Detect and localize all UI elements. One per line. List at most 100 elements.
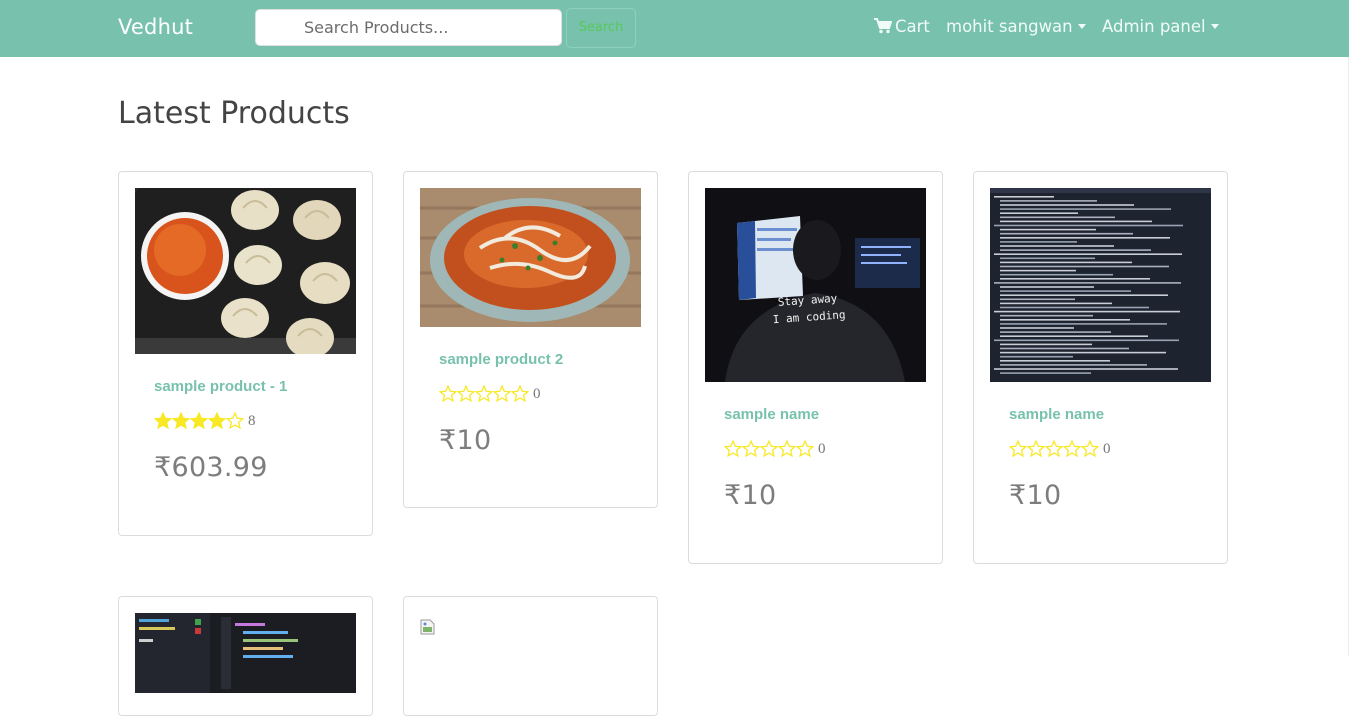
user-name: mohit sangwan (946, 17, 1073, 36)
star-empty-icon (1027, 440, 1045, 458)
terminal-line (1000, 372, 1091, 374)
product-rating: 0 (1009, 440, 1111, 460)
terminal-line (994, 310, 1180, 313)
product-image[interactable] (135, 613, 356, 693)
terminal-line (1000, 257, 1095, 260)
admin-label: Admin panel (1102, 17, 1206, 36)
terminal-line (994, 253, 1182, 255)
terminal-line (1000, 228, 1096, 231)
product-image[interactable] (420, 188, 641, 327)
star-empty-icon (796, 440, 814, 458)
star-filled-icon (154, 412, 172, 430)
brand-logo[interactable]: Vedhut (118, 15, 193, 39)
terminal-line (1000, 204, 1134, 206)
product-card (118, 596, 373, 716)
terminal-line (1000, 286, 1094, 288)
star-empty-icon (1063, 440, 1081, 458)
terminal-line (1000, 319, 1130, 321)
star-empty-icon (724, 440, 742, 458)
terminal-line (1000, 355, 1073, 358)
terminal-line (1000, 220, 1152, 223)
product-rating: 0 (439, 385, 541, 405)
chevron-down-icon (1077, 24, 1086, 29)
product-rating: 0 (724, 440, 826, 460)
terminal-line (1000, 269, 1076, 272)
review-count: 0 (818, 440, 826, 457)
terminal-line (1000, 306, 1149, 309)
terminal-line (1000, 364, 1147, 366)
terminal-line (1000, 249, 1151, 251)
star-empty-icon (475, 385, 493, 403)
user-dropdown[interactable]: mohit sangwan (946, 17, 1086, 36)
star-empty-icon (511, 385, 529, 403)
terminal-line (1000, 331, 1111, 333)
star-empty-icon (457, 385, 475, 403)
terminal-line (1000, 200, 1097, 202)
product-price: ₹603.99 (154, 452, 268, 483)
terminal-line (1000, 351, 1166, 354)
product-card (403, 596, 658, 716)
terminal-line (1000, 314, 1093, 317)
product-name[interactable]: sample product - 1 (154, 378, 287, 395)
product-card: sample product - 1 8 ₹603.99 (118, 171, 373, 536)
product-card: Stay away I am coding sample name 0 ₹10 (688, 171, 943, 564)
review-count: 8 (248, 412, 256, 429)
product-image[interactable]: Stay away I am coding (705, 188, 926, 382)
star-empty-icon (439, 385, 457, 403)
curry-image (420, 188, 641, 327)
terminal-line (1000, 327, 1074, 329)
star-filled-icon (208, 412, 226, 430)
product-image[interactable] (990, 188, 1211, 382)
terminal-line (994, 368, 1178, 370)
review-count: 0 (533, 385, 541, 402)
terminal-line (1000, 261, 1132, 264)
search-input[interactable] (255, 9, 562, 46)
cart-link[interactable]: Cart (874, 17, 930, 36)
product-price: ₹10 (439, 425, 492, 456)
chevron-down-icon (1210, 24, 1219, 29)
terminal-line (1000, 298, 1075, 301)
terminal-line (994, 339, 1179, 342)
broken-image-icon[interactable] (420, 619, 435, 635)
terminal-line (1000, 212, 1078, 214)
star-empty-icon (226, 412, 244, 430)
terminal-line (1000, 335, 1148, 337)
code-editor-image (135, 613, 356, 693)
product-name[interactable]: sample name (1009, 406, 1104, 423)
product-price: ₹10 (1009, 480, 1062, 511)
page-title: Latest Products (118, 96, 350, 131)
star-empty-icon (493, 385, 511, 403)
terminal-image (990, 188, 1211, 382)
shopping-cart-icon (874, 18, 892, 34)
terminal-line (1000, 273, 1113, 276)
terminal-line (1000, 216, 1115, 219)
search-button[interactable]: Search (566, 8, 636, 48)
terminal-line (1000, 294, 1168, 296)
navbar: Vedhut Search Cart mohit sangwan Admin p… (0, 0, 1349, 57)
terminal-line (994, 282, 1181, 284)
product-price: ₹10 (724, 480, 777, 511)
product-rating: 8 (154, 412, 256, 432)
review-count: 0 (1103, 440, 1111, 457)
star-empty-icon (1045, 440, 1063, 458)
star-filled-icon (190, 412, 208, 430)
star-empty-icon (778, 440, 796, 458)
product-image[interactable] (135, 188, 356, 354)
terminal-line (1000, 208, 1171, 210)
terminal-line (994, 224, 1183, 227)
terminal-line (1000, 360, 1110, 362)
product-name[interactable]: sample name (724, 406, 819, 423)
star-empty-icon (760, 440, 778, 458)
star-filled-icon (172, 412, 190, 430)
star-empty-icon (1009, 440, 1027, 458)
star-empty-icon (1081, 440, 1099, 458)
momos-image (135, 188, 356, 354)
admin-dropdown[interactable]: Admin panel (1102, 17, 1219, 36)
product-card: sample product 2 0 ₹10 (403, 171, 658, 508)
terminal-line (1000, 343, 1092, 346)
terminal-line (1000, 232, 1133, 235)
terminal-line (1000, 302, 1112, 305)
terminal-line (1000, 241, 1077, 243)
product-name[interactable]: sample product 2 (439, 351, 563, 368)
coder-image: Stay away I am coding (705, 188, 926, 382)
